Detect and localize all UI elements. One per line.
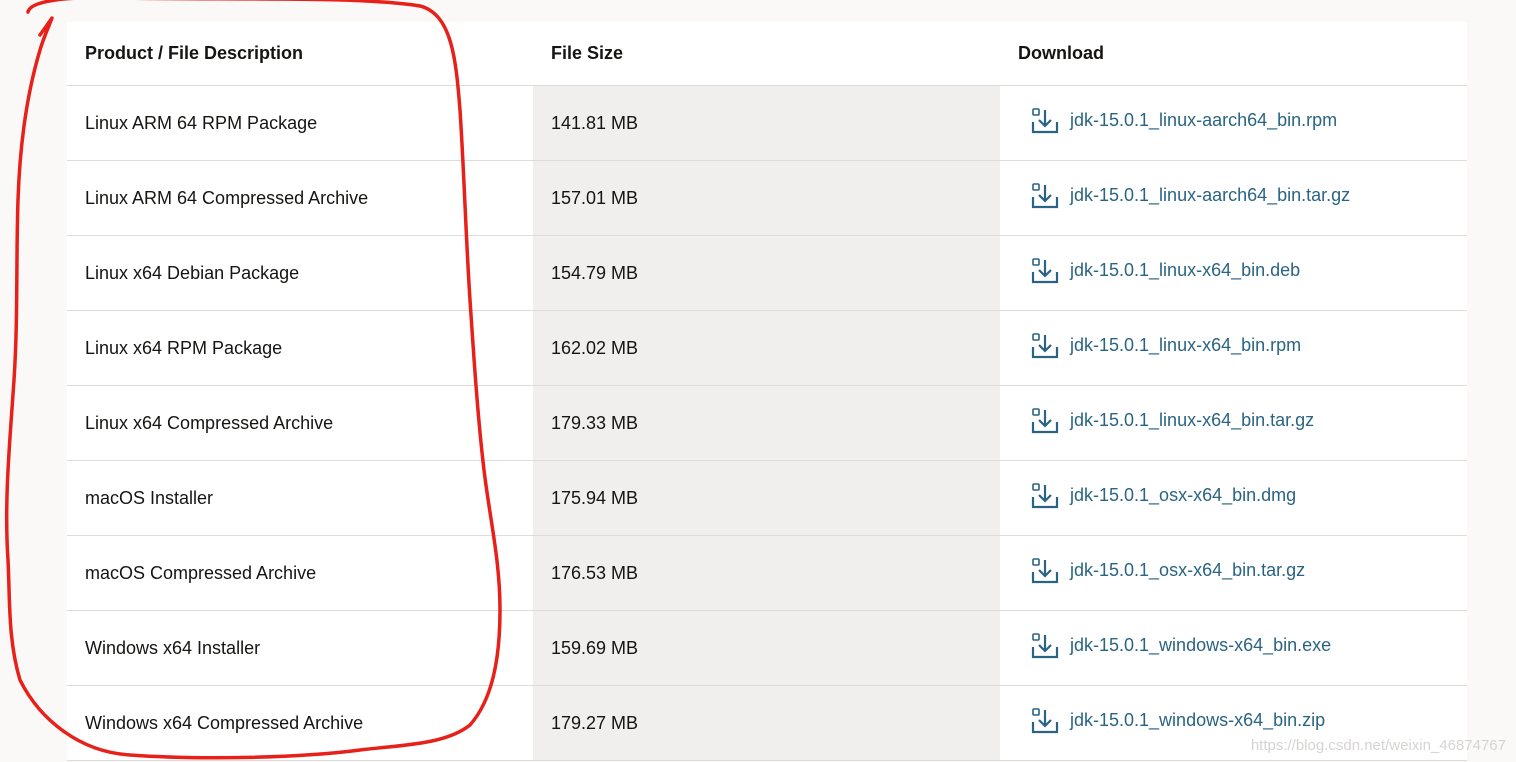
download-filename: jdk-15.0.1_linux-aarch64_bin.tar.gz: [1070, 185, 1351, 205]
download-arrow-icon: [1031, 557, 1059, 583]
download-filename: jdk-15.0.1_osx-x64_bin.tar.gz: [1070, 560, 1306, 580]
table-row: Linux x64 Compressed Archive 179.33 MB j…: [67, 385, 1467, 461]
table-row: macOS Installer 175.94 MB jdk-15.0.1_osx…: [67, 460, 1467, 536]
file-size: 179.27 MB: [533, 685, 1000, 761]
product-description: Linux x64 Debian Package: [67, 235, 533, 311]
download-filename: jdk-15.0.1_osx-x64_bin.dmg: [1070, 485, 1297, 505]
file-size: 176.53 MB: [533, 535, 1000, 611]
product-description: Linux x64 RPM Package: [67, 310, 533, 386]
file-size: 179.33 MB: [533, 385, 1000, 461]
file-size: 175.94 MB: [533, 460, 1000, 536]
download-arrow-icon: [1031, 257, 1059, 283]
download-cell: jdk-15.0.1_linux-x64_bin.tar.gz: [1000, 385, 1467, 461]
download-table: Product / File Description File Size Dow…: [67, 22, 1467, 761]
download-filename: jdk-15.0.1_windows-x64_bin.exe: [1070, 635, 1332, 655]
product-description: Linux ARM 64 RPM Package: [67, 85, 533, 161]
download-link[interactable]: jdk-15.0.1_windows-x64_bin.zip: [1030, 706, 1325, 736]
table-row: Linux x64 Debian Package 154.79 MB jdk-1…: [67, 235, 1467, 311]
page: Product / File Description File Size Dow…: [0, 0, 1516, 762]
table-header-row: Product / File Description File Size Dow…: [67, 22, 1467, 86]
download-cell: jdk-15.0.1_linux-x64_bin.rpm: [1000, 310, 1467, 386]
download-filename: jdk-15.0.1_linux-aarch64_bin.rpm: [1070, 110, 1338, 130]
cut-off-link-fragment: [420, 0, 620, 4]
table-row: Linux ARM 64 Compressed Archive 157.01 M…: [67, 160, 1467, 236]
product-description: macOS Installer: [67, 460, 533, 536]
download-arrow-icon: [1031, 332, 1059, 358]
header-download: Download: [1000, 22, 1467, 86]
table-row: Linux ARM 64 RPM Package 141.81 MB jdk-1…: [67, 85, 1467, 161]
table-row: macOS Compressed Archive 176.53 MB jdk-1…: [67, 535, 1467, 611]
download-arrow-icon: [1031, 632, 1059, 658]
file-size: 162.02 MB: [533, 310, 1000, 386]
download-link[interactable]: jdk-15.0.1_linux-aarch64_bin.tar.gz: [1030, 181, 1350, 211]
table-row: Linux x64 RPM Package 162.02 MB jdk-15.0…: [67, 310, 1467, 386]
download-arrow-icon: [1031, 707, 1059, 733]
download-link[interactable]: jdk-15.0.1_osx-x64_bin.tar.gz: [1030, 556, 1305, 586]
download-filename: jdk-15.0.1_windows-x64_bin.zip: [1070, 710, 1326, 730]
table-row: Windows x64 Installer 159.69 MB jdk-15.0…: [67, 610, 1467, 686]
download-link[interactable]: jdk-15.0.1_linux-x64_bin.deb: [1030, 256, 1300, 286]
download-filename: jdk-15.0.1_linux-x64_bin.tar.gz: [1070, 410, 1315, 430]
product-description: Linux ARM 64 Compressed Archive: [67, 160, 533, 236]
download-cell: jdk-15.0.1_osx-x64_bin.tar.gz: [1000, 535, 1467, 611]
download-arrow-icon: [1031, 407, 1059, 433]
watermark-text: https://blog.csdn.net/weixin_46874767: [1250, 737, 1506, 754]
download-cell: jdk-15.0.1_osx-x64_bin.dmg: [1000, 460, 1467, 536]
download-arrow-icon: [1031, 182, 1059, 208]
download-filename: jdk-15.0.1_linux-x64_bin.deb: [1070, 260, 1301, 280]
download-filename: jdk-15.0.1_linux-x64_bin.rpm: [1070, 335, 1302, 355]
product-description: Windows x64 Installer: [67, 610, 533, 686]
download-link[interactable]: jdk-15.0.1_linux-aarch64_bin.rpm: [1030, 106, 1337, 136]
download-cell: jdk-15.0.1_windows-x64_bin.exe: [1000, 610, 1467, 686]
download-arrow-icon: [1031, 482, 1059, 508]
download-link[interactable]: jdk-15.0.1_linux-x64_bin.tar.gz: [1030, 406, 1314, 436]
download-link[interactable]: jdk-15.0.1_osx-x64_bin.dmg: [1030, 481, 1296, 511]
file-size: 154.79 MB: [533, 235, 1000, 311]
file-size: 141.81 MB: [533, 85, 1000, 161]
file-size: 157.01 MB: [533, 160, 1000, 236]
download-link[interactable]: jdk-15.0.1_linux-x64_bin.rpm: [1030, 331, 1301, 361]
download-cell: jdk-15.0.1_linux-aarch64_bin.tar.gz: [1000, 160, 1467, 236]
product-description: macOS Compressed Archive: [67, 535, 533, 611]
file-size: 159.69 MB: [533, 610, 1000, 686]
product-description: Windows x64 Compressed Archive: [67, 685, 533, 761]
header-product: Product / File Description: [67, 22, 533, 86]
download-cell: jdk-15.0.1_linux-x64_bin.deb: [1000, 235, 1467, 311]
header-file-size: File Size: [533, 22, 1000, 86]
download-arrow-icon: [1031, 107, 1059, 133]
product-description: Linux x64 Compressed Archive: [67, 385, 533, 461]
download-cell: jdk-15.0.1_linux-aarch64_bin.rpm: [1000, 85, 1467, 161]
download-link[interactable]: jdk-15.0.1_windows-x64_bin.exe: [1030, 631, 1331, 661]
